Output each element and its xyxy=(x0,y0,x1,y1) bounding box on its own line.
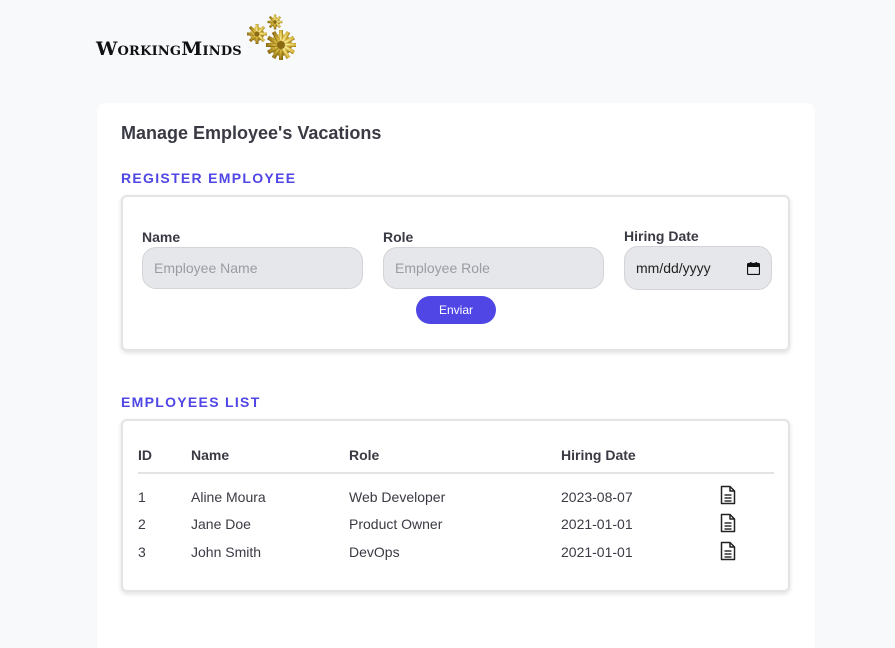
row-id: 2 xyxy=(138,516,146,532)
submit-button[interactable]: Enviar xyxy=(416,296,496,324)
main-card: Manage Employee's Vacations REGISTER EMP… xyxy=(97,103,815,648)
document-icon[interactable] xyxy=(720,485,736,505)
role-label: Role xyxy=(383,229,414,245)
row-name: John Smith xyxy=(191,544,262,560)
column-header-hiring-date: Hiring Date xyxy=(561,443,720,474)
row-role: Web Developer xyxy=(349,488,446,505)
employees-list-section-title: EMPLOYEES LIST xyxy=(121,394,261,410)
row-hiring-date: 2023-08-07 xyxy=(561,488,633,505)
table-row: 3 John Smith DevOps 2021-01-01 xyxy=(138,538,774,566)
employee-role-input[interactable] xyxy=(383,247,604,289)
table-row: 2 Jane Doe Product Owner 2021-01-01 xyxy=(138,510,774,538)
column-header-id: ID xyxy=(138,443,191,474)
gears-icon xyxy=(247,14,296,60)
employees-table: ID Name Role Hiring Date 1 Aline Moura W… xyxy=(138,443,774,566)
page-title: Manage Employee's Vacations xyxy=(121,123,382,143)
document-icon[interactable] xyxy=(720,513,736,533)
row-id: 3 xyxy=(138,544,146,560)
row-name: Aline Moura xyxy=(191,488,266,505)
column-header-role: Role xyxy=(349,443,561,474)
working-minds-logo: WorkingMinds xyxy=(96,14,301,66)
hiring-date-input[interactable]: mm/dd/yyyy xyxy=(624,246,772,290)
logo-text: WorkingMinds xyxy=(96,38,242,60)
row-hiring-date: 2021-01-01 xyxy=(561,516,633,532)
row-name: Jane Doe xyxy=(191,516,251,532)
column-header-name: Name xyxy=(191,443,349,474)
calendar-icon[interactable] xyxy=(747,261,760,275)
row-role: Product Owner xyxy=(349,516,443,532)
register-section-title: REGISTER EMPLOYEE xyxy=(121,170,297,186)
row-hiring-date: 2021-01-01 xyxy=(561,544,633,560)
row-role: DevOps xyxy=(349,544,400,560)
employee-name-input[interactable] xyxy=(142,247,363,289)
hiring-date-placeholder: mm/dd/yyyy xyxy=(636,260,711,276)
hiring-date-label: Hiring Date xyxy=(624,228,699,244)
table-row: 1 Aline Moura Web Developer 2023-08-07 xyxy=(138,473,774,510)
name-label: Name xyxy=(142,229,181,245)
employees-list-panel: ID Name Role Hiring Date 1 Aline Moura W… xyxy=(121,419,790,592)
register-employee-form: Name Role Hiring Date mm/dd/yyyy Enviar xyxy=(121,195,790,351)
table-header-row: ID Name Role Hiring Date xyxy=(138,443,774,474)
column-header-actions xyxy=(720,443,774,474)
document-icon[interactable] xyxy=(720,541,736,561)
row-id: 1 xyxy=(138,488,146,505)
